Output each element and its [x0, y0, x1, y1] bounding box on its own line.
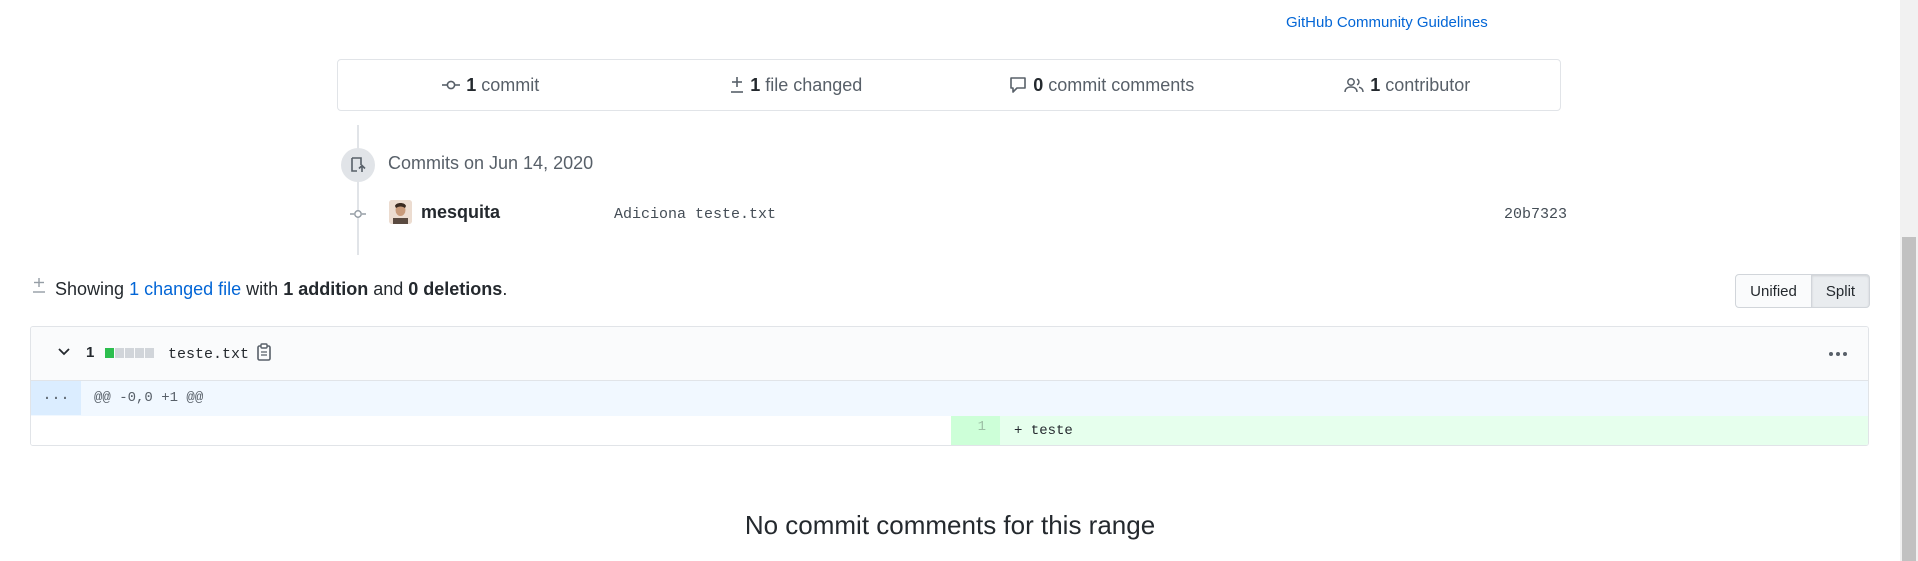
commit-message[interactable]: Adiciona teste.txt [614, 206, 776, 223]
file-diff-icon [731, 77, 744, 93]
file-diff: 1 teste.txt ... @@ -0,0 +1 @@ 1 + teste [30, 326, 1869, 446]
period: . [502, 279, 508, 299]
no-comments-heading: No commit comments for this range [744, 510, 1156, 540]
clipboard-icon[interactable] [256, 343, 272, 361]
commits-count: 1 [466, 74, 477, 95]
diffstat-block-neutral [145, 348, 154, 358]
kebab-horizontal-icon[interactable] [1828, 344, 1848, 364]
additions-count: 1 addition [283, 279, 369, 299]
comment-icon [1010, 77, 1027, 93]
diff-view-toggle: Unified Split [1735, 274, 1870, 308]
diffstat-blocks [105, 348, 154, 358]
avatar[interactable] [389, 200, 412, 224]
timeline-badge [341, 148, 375, 182]
commits-count-link[interactable]: 1 commit [338, 75, 644, 96]
timeline-line [357, 125, 359, 255]
deletions-count: 0 deletions [408, 279, 503, 299]
git-commit-icon [442, 80, 461, 90]
repo-push-icon [351, 157, 366, 172]
chevron-down-icon[interactable] [57, 347, 71, 357]
expand-hunk-button[interactable]: ... [31, 381, 81, 415]
commit-sha[interactable]: 20b7323 [1504, 206, 1567, 223]
diffstat-block-neutral [135, 348, 144, 358]
commit-node-icon [350, 210, 366, 218]
diffstat-block-neutral [125, 348, 134, 358]
commits-date-heading: Commits on Jun 14, 2020 [388, 153, 594, 173]
contributors-count: 1 [1370, 74, 1381, 95]
files-label: file changed [765, 74, 863, 95]
diff-line-addition: 1 + teste [31, 416, 1868, 445]
contributors-link[interactable]: 1 contributor [1255, 75, 1561, 96]
community-guidelines-link[interactable]: GitHub Community Guidelines [1286, 14, 1488, 31]
files-count: 1 [750, 74, 761, 95]
contributors-label: contributor [1385, 74, 1471, 95]
with-label: with [246, 279, 279, 299]
commit-author[interactable]: mesquita [421, 202, 500, 223]
file-change-count: 1 [86, 344, 95, 361]
line-code: + teste [1000, 416, 1868, 445]
commit-summary-bar: 1 commit 1 file changed 0 commit comment… [337, 59, 1561, 111]
line-number[interactable]: 1 [951, 416, 1000, 445]
commits-label: commit [481, 74, 540, 95]
scrollbar[interactable] [1900, 0, 1918, 561]
comments-count: 0 [1033, 74, 1044, 95]
and-label: and [373, 279, 404, 299]
files-changed-link[interactable]: 1 file changed [644, 75, 950, 96]
diff-icon [33, 278, 45, 293]
diff-summary-text: Showing 1 changed file with 1 addition a… [55, 279, 507, 300]
comments-label: commit comments [1048, 74, 1195, 95]
split-button[interactable]: Split [1812, 274, 1870, 308]
hunk-header-text: @@ -0,0 +1 @@ [94, 390, 204, 406]
people-icon [1344, 78, 1364, 93]
diffstat-block-neutral [115, 348, 124, 358]
file-name-link[interactable]: teste.txt [168, 346, 249, 363]
changed-files-link[interactable]: 1 changed file [129, 279, 241, 299]
hunk-header-row: ... @@ -0,0 +1 @@ [31, 381, 1868, 416]
file-header: 1 teste.txt [31, 327, 1868, 381]
unified-button[interactable]: Unified [1735, 274, 1812, 308]
diffstat-block-added [105, 348, 114, 358]
showing-label: Showing [55, 279, 125, 299]
commit-comments-link[interactable]: 0 commit comments [949, 75, 1255, 96]
scrollbar-thumb[interactable] [1902, 237, 1916, 561]
